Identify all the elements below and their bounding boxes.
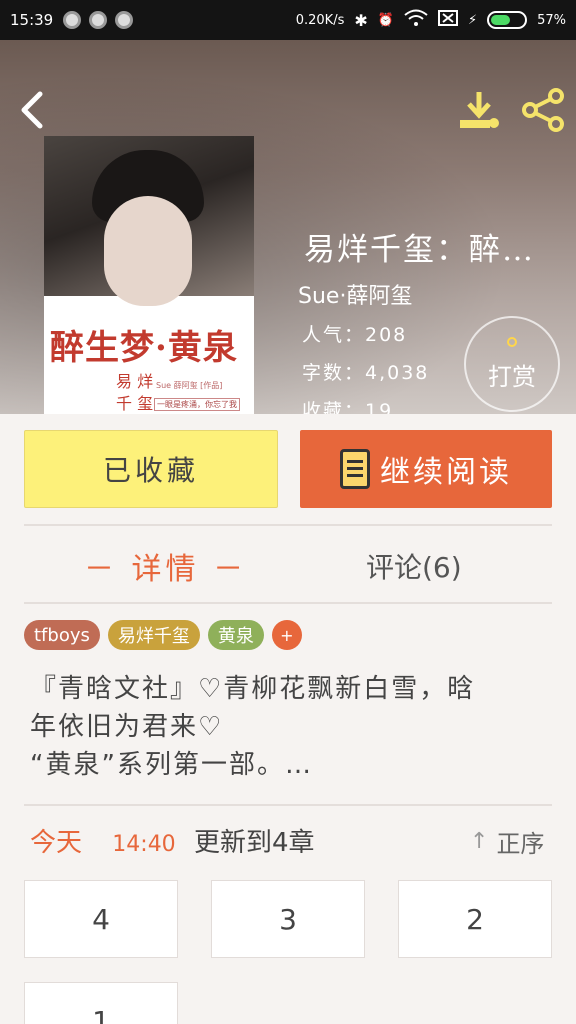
status-bar: 15:39 0.20K/s ✱ ⏰ ⚡ 57% — [0, 0, 576, 40]
coin-icon — [507, 336, 517, 347]
book-title: 易烊千玺：醉… — [304, 232, 535, 268]
tab-detail[interactable]: － 详情 － — [84, 544, 247, 588]
collected-label: 已收藏 — [102, 454, 199, 487]
net-speed: 0.20K/s — [295, 12, 345, 28]
arrow-up-icon: ↑ — [470, 829, 489, 854]
divider — [24, 804, 552, 806]
book-cover[interactable]: 醉生梦·黄泉 易 烊 千 玺 Sue 薛阿玺 [作品] 一眼是疼涌，你忘了我 — [44, 136, 254, 414]
synopsis-line: 『青晗文社』♡青柳花飘新白雪，晗 — [30, 674, 476, 704]
tab-comments[interactable]: 评论(6) — [366, 546, 462, 586]
continue-reading-button[interactable]: 继续阅读 — [300, 430, 552, 508]
update-time: 14:40 — [112, 832, 176, 857]
download-icon — [460, 92, 499, 128]
sim-icon — [437, 10, 458, 30]
bluetooth-icon: ✱ — [354, 10, 368, 30]
book-icon — [340, 449, 370, 489]
chapter-button[interactable]: 2 — [398, 880, 552, 958]
favorites-stat: 收藏：19 — [302, 400, 394, 414]
chapter-button[interactable]: 4 — [24, 880, 178, 958]
chapter-button[interactable]: 3 — [211, 880, 365, 958]
back-button[interactable] — [14, 90, 50, 130]
word-count-stat: 字数：4,038 — [302, 362, 430, 384]
cover-credit: Sue 薛阿玺 [作品] — [156, 381, 223, 390]
cover-title-art: 醉生梦·黄泉 — [50, 328, 238, 368]
book-author[interactable]: Sue·薛阿玺 — [298, 278, 412, 310]
sort-order-label: 正序 — [496, 830, 545, 858]
wifi-icon — [404, 9, 428, 31]
sort-order-button[interactable]: ↑ 正序 — [470, 824, 544, 859]
charging-icon: ⚡ — [467, 12, 478, 28]
book-header: 醉生梦·黄泉 易 烊 千 玺 Sue 薛阿玺 [作品] 一眼是疼涌，你忘了我 易… — [0, 40, 576, 414]
alarm-icon: ⏰ — [377, 12, 394, 28]
share-button[interactable] — [520, 88, 566, 132]
chevron-left-icon — [21, 91, 43, 129]
tag-tfboys[interactable]: tfboys — [24, 620, 100, 650]
cover-seal: 千 玺 — [116, 394, 154, 413]
battery-icon — [487, 11, 528, 29]
divider — [24, 524, 552, 526]
chapter-button[interactable]: 1 — [24, 982, 178, 1024]
popularity-stat: 人气：208 — [302, 324, 408, 346]
share-icon — [522, 88, 564, 132]
battery-percent: 57% — [537, 12, 566, 28]
tag-list: tfboys 易烊千玺 黄泉 + — [24, 620, 302, 650]
tip-button[interactable]: 打赏 — [464, 316, 560, 412]
continue-reading-label: 继续阅读 — [380, 455, 512, 490]
update-day: 今天 — [30, 828, 83, 858]
status-time: 15:39 — [10, 11, 54, 29]
update-info: 今天 14:40 更新到4章 — [30, 822, 315, 859]
cover-seal: 易 烊 — [116, 372, 154, 391]
add-tag-button[interactable]: + — [271, 620, 302, 650]
notification-icon — [89, 11, 108, 29]
notification-icon — [63, 11, 82, 29]
update-text: 更新到4章 — [193, 828, 315, 858]
divider — [24, 602, 552, 604]
synopsis-line: “黄泉”系列第一部。… — [30, 750, 313, 780]
tag-yiyangqianxi[interactable]: 易烊千玺 — [107, 620, 200, 650]
cover-tagline: 一眼是疼涌，你忘了我 — [154, 398, 240, 411]
download-button[interactable] — [458, 90, 500, 130]
tag-huangquan[interactable]: 黄泉 — [207, 620, 264, 650]
tip-label: 打赏 — [488, 362, 536, 391]
synopsis[interactable]: 『青晗文社』♡青柳花飘新白雪，晗 年依旧为君来♡ “黄泉”系列第一部。… — [30, 670, 550, 784]
collected-button[interactable]: 已收藏 — [24, 430, 278, 508]
synopsis-line: 年依旧为君来♡ — [30, 712, 224, 742]
notification-icon — [115, 11, 134, 29]
